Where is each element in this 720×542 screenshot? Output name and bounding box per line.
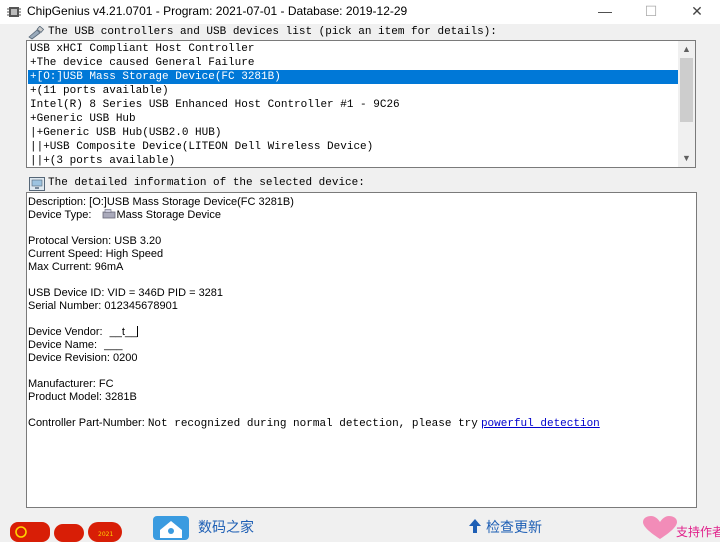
device-revision-text: Device Revision: 0200: [28, 352, 138, 364]
device-details-panel: Description: [O:]USB Mass Storage Device…: [26, 192, 697, 508]
list-item[interactable]: ||+USB Composite Device(LITEON Dell Wire…: [28, 140, 680, 154]
powerful-detection-link[interactable]: powerful detection: [481, 418, 600, 430]
monitor-icon: [29, 177, 45, 191]
list-item[interactable]: +(11 ports available): [28, 84, 680, 98]
list-item[interactable]: Intel(R) 8 Series USB Enhanced Host Cont…: [28, 98, 680, 112]
device-type-row: Device Type: Mass Storage Device: [28, 209, 221, 222]
usb-device-id-text: USB Device ID: VID = 346D PID = 3281: [28, 287, 224, 299]
controller-part-number-text: Not recognized during normal detection, …: [147, 418, 478, 430]
heart-icon: [643, 516, 677, 539]
device-name-row: Device Name: ___: [28, 339, 123, 352]
max-current-text: Max Current: 96mA: [28, 261, 124, 273]
list-item[interactable]: +The device caused General Failure: [28, 56, 680, 70]
device-type-value: Mass Storage Device: [116, 209, 221, 221]
controller-part-number-label: Controller Part-Number:: [28, 417, 145, 429]
protocol-version-text: Protocal Version: USB 3.20: [28, 235, 162, 247]
scrollbar-thumb[interactable]: [680, 58, 693, 122]
chip-icon: [7, 7, 21, 17]
brand-link[interactable]: 数码之家: [198, 517, 254, 537]
scroll-up-arrow-icon[interactable]: ▲: [678, 41, 695, 58]
device-vendor-row: Device Vendor: __t__: [28, 326, 139, 339]
details-label: The detailed information of the selected…: [48, 177, 365, 189]
device-name-value: ___: [104, 339, 123, 351]
title-bar: ChipGenius v4.21.0701 - Program: 2021-07…: [0, 0, 720, 24]
device-list[interactable]: USB xHCI Compliant Host Controller +The …: [26, 40, 696, 168]
device-list-label: The USB controllers and USB devices list…: [48, 26, 497, 38]
close-button[interactable]: ✕: [674, 0, 720, 24]
current-speed-text: Current Speed: High Speed: [28, 248, 164, 260]
svg-text:2021: 2021: [98, 531, 113, 538]
support-author-link[interactable]: 支持作者: [676, 523, 720, 540]
device-name-label: Device Name:: [28, 339, 98, 351]
list-item[interactable]: ||+(3 ports available): [28, 154, 680, 167]
window-title: ChipGenius v4.21.0701 - Program: 2021-07…: [27, 4, 408, 18]
home-logo-icon[interactable]: [152, 516, 190, 540]
description-text: Description: [O:]USB Mass Storage Device…: [28, 196, 294, 208]
check-update-link[interactable]: 检查更新: [486, 517, 542, 537]
serial-number-text: Serial Number: 012345678901: [28, 300, 178, 312]
minimize-button[interactable]: —: [582, 0, 628, 24]
usb-plug-icon: [28, 26, 44, 40]
device-vendor-value: __t__: [109, 326, 138, 338]
maximize-button[interactable]: ☐: [628, 0, 674, 24]
device-type-label: Device Type:: [28, 209, 92, 221]
party-emblem-logo: 2021: [10, 522, 122, 542]
scroll-down-arrow-icon[interactable]: ▼: [678, 150, 695, 167]
manufacturer-text: Manufacturer: FC: [28, 378, 114, 390]
drive-icon: [103, 209, 116, 219]
list-item[interactable]: +Generic USB Hub: [28, 112, 680, 126]
product-model-text: Product Model: 3281B: [28, 391, 137, 403]
list-item[interactable]: |+Generic USB Hub(USB2.0 HUB): [28, 126, 680, 140]
device-vendor-label: Device Vendor:: [28, 326, 103, 338]
list-item[interactable]: USB xHCI Compliant Host Controller: [28, 42, 680, 56]
device-list-scrollbar[interactable]: ▲ ▼: [678, 41, 695, 167]
update-arrow-icon: [469, 519, 481, 533]
controller-part-number-row: Controller Part-Number: Not recognized d…: [28, 417, 600, 431]
list-item-selected[interactable]: +[O:]USB Mass Storage Device(FC 3281B): [28, 70, 680, 84]
